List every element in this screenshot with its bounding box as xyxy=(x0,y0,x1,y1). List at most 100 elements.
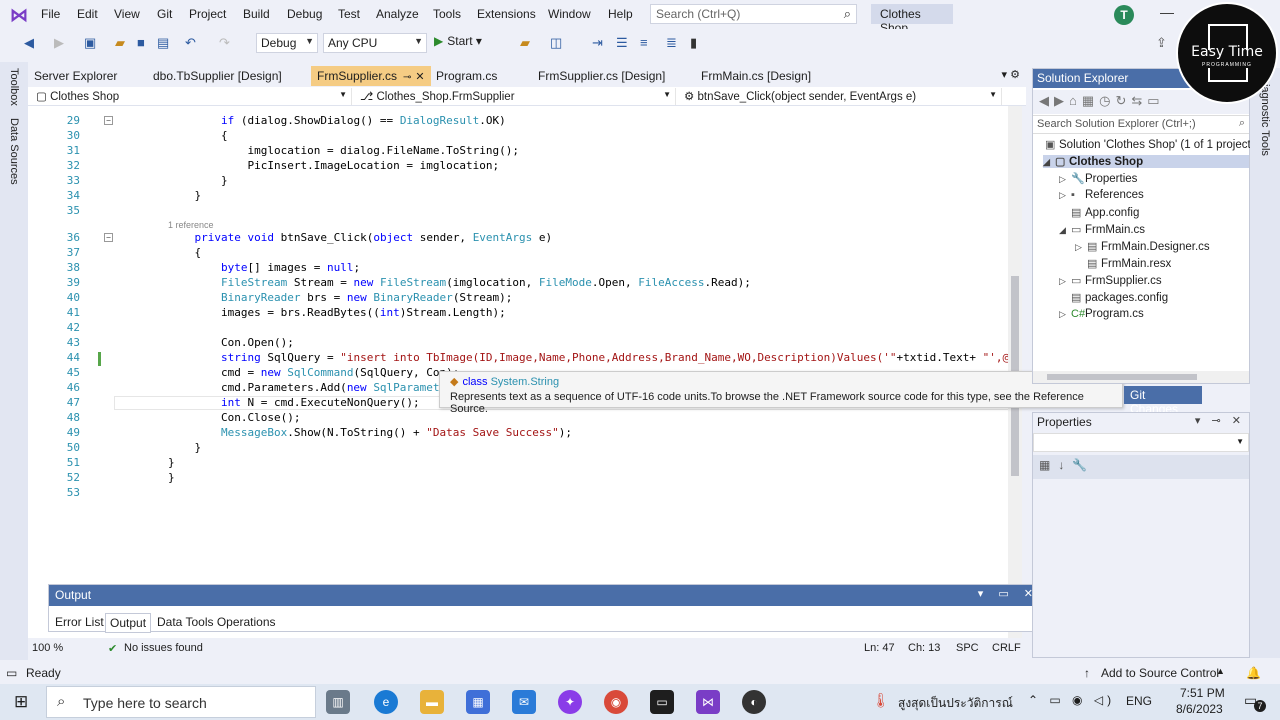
save-icon[interactable]: ■ xyxy=(137,35,145,50)
bookmark-icon[interactable]: ▮ xyxy=(690,35,697,51)
uncomment-icon[interactable]: ≣ xyxy=(666,35,677,51)
hot-reload-icon[interactable]: ▰ xyxy=(520,35,530,51)
code-line[interactable]: 34 } xyxy=(28,188,1022,203)
tree-program-cs[interactable]: ▷ C#Program.cs xyxy=(1059,308,1144,320)
code-line[interactable]: 49 MessageBox.Show(N.ToString() + "Datas… xyxy=(28,425,1022,440)
menu-project[interactable]: Project xyxy=(189,7,226,21)
forward-icon[interactable]: ▶ xyxy=(54,35,64,51)
taskbar-search-input[interactable]: ⌕ Type here to search xyxy=(46,686,316,718)
menu-build[interactable]: Build xyxy=(243,7,270,21)
collapse-icon[interactable]: − xyxy=(104,233,113,242)
tree-project[interactable]: ◢ ▢ Clothes Shop xyxy=(1043,155,1249,168)
tree-frmmain[interactable]: ◢ ▭ FrmMain.cs xyxy=(1059,223,1145,236)
class-combo[interactable]: ⎇ Clothes_Shop.FrmSupplier ▼ xyxy=(356,88,676,105)
whitespace-mode[interactable]: SPC xyxy=(956,642,979,654)
start-button[interactable]: ▶ Start ▾ xyxy=(434,34,482,48)
tree-properties[interactable]: ▷ 🔧Properties xyxy=(1059,172,1137,185)
tab-program-cs[interactable]: Program.cs xyxy=(430,66,503,86)
format-icon[interactable]: ☰ xyxy=(616,35,628,51)
code-line[interactable]: 53 xyxy=(28,485,1022,500)
screenshot-icon[interactable]: ◫ xyxy=(550,35,562,51)
menu-window[interactable]: Window xyxy=(548,7,591,21)
code-line[interactable]: 32 PicInsert.ImageLocation = imglocation… xyxy=(28,158,1022,173)
menu-file[interactable]: File xyxy=(41,7,60,21)
menu-edit[interactable]: Edit xyxy=(77,7,98,21)
collapse-icon[interactable]: − xyxy=(104,116,113,125)
menu-test[interactable]: Test xyxy=(338,7,360,21)
tree-app-config[interactable]: ▤ App.config xyxy=(1071,206,1139,219)
tree-solution[interactable]: ▣ Solution 'Clothes Shop' (1 of 1 project xyxy=(1045,138,1251,151)
edge-icon[interactable]: e xyxy=(374,690,398,714)
code-line[interactable]: 35 xyxy=(28,203,1022,218)
menu-view[interactable]: View xyxy=(114,7,140,21)
menu-debug[interactable]: Debug xyxy=(287,7,322,21)
panel-controls[interactable]: ▾ ⊸ ✕ xyxy=(1195,414,1245,427)
solution-search-input[interactable]: Search Solution Explorer (Ctrl+;) ⌕ xyxy=(1033,115,1249,134)
windows-start-icon[interactable]: ⊞ xyxy=(14,692,28,712)
member-combo[interactable]: ⚙ btnSave_Click(object sender, EventArgs… xyxy=(680,88,1002,105)
code-line[interactable]: 36 − private void btnSave_Click(object se… xyxy=(28,230,1022,245)
step-icon[interactable]: ⇥ xyxy=(592,35,603,51)
file-explorer-icon[interactable]: ▬ xyxy=(420,690,444,714)
tab-error-list[interactable]: Error List xyxy=(51,613,108,631)
save-all-icon[interactable]: ▤ xyxy=(157,35,169,51)
obs-icon[interactable]: ◐ xyxy=(742,690,766,714)
tab-frmsupplier-design[interactable]: FrmSupplier.cs [Design] xyxy=(532,66,671,86)
menu-help[interactable]: Help xyxy=(608,7,633,21)
redo-icon[interactable]: ↷ xyxy=(219,35,230,51)
properties-toolbar[interactable]: ▦↓🔧 xyxy=(1033,455,1249,479)
code-line[interactable]: 39 FileStream Stream = new FileStream(im… xyxy=(28,275,1022,290)
tab-data-tools-operations[interactable]: Data Tools Operations xyxy=(153,613,280,631)
pin-icon[interactable]: ⊸ xyxy=(403,72,411,83)
new-item-icon[interactable]: ▣ xyxy=(84,35,96,51)
minimize-icon[interactable]: — xyxy=(1160,4,1174,20)
code-line[interactable]: 29 − if (dialog.ShowDialog() == DialogRes… xyxy=(28,113,1022,128)
chrome-icon[interactable]: ◉ xyxy=(604,690,628,714)
messenger-icon[interactable]: ✦ xyxy=(558,690,582,714)
solution-name-badge[interactable]: Clothes Shop xyxy=(871,4,953,35)
weather-text[interactable]: สูงสุดเป็นประวัติการณ์ xyxy=(898,694,1013,713)
tree-frmmain-resx[interactable]: ▤ FrmMain.resx xyxy=(1087,257,1171,270)
zoom-level[interactable]: 100 % xyxy=(32,642,63,654)
platform-select[interactable]: Any CPU ▼ xyxy=(323,33,427,53)
tree-packages-config[interactable]: ▤ packages.config xyxy=(1071,291,1168,304)
avatar[interactable]: T xyxy=(1114,5,1134,25)
search-input[interactable]: Search (Ctrl+Q) ⌕ xyxy=(650,4,857,24)
code-line[interactable]: 43 Con.Open(); xyxy=(28,335,1022,350)
system-tray-icons[interactable]: ⌃ ▭ ◉ ◁) xyxy=(1028,693,1115,707)
store-icon[interactable]: ▦ xyxy=(466,690,490,714)
code-line[interactable]: 31 imglocation = dialog.FileName.ToStrin… xyxy=(28,143,1022,158)
clock-date[interactable]: 8/6/2023 xyxy=(1176,702,1223,716)
code-line[interactable]: 50 } xyxy=(28,440,1022,455)
toolbox-tab[interactable]: Toolbox xyxy=(8,68,20,106)
code-line[interactable]: 44 string SqlQuery = "insert into TbImag… xyxy=(28,350,1022,365)
codelens-reference-hint[interactable]: 1 reference xyxy=(168,220,214,230)
issues-status[interactable]: No issues found xyxy=(124,642,203,654)
line-endings[interactable]: CRLF xyxy=(992,642,1021,654)
close-icon[interactable]: ✕ xyxy=(415,71,424,83)
panel-controls[interactable]: ▾ ▭ ✕ xyxy=(978,587,1039,600)
code-line[interactable]: 33 } xyxy=(28,173,1022,188)
git-changes-tab[interactable]: Git Changes xyxy=(1124,386,1202,416)
code-line[interactable]: 37 { xyxy=(28,245,1022,260)
input-language[interactable]: ENG xyxy=(1126,694,1152,708)
notification-icon[interactable]: 🔔 xyxy=(1246,666,1261,680)
comment-icon[interactable]: ≡ xyxy=(640,35,648,50)
code-line[interactable]: 41 images = brs.ReadBytes((int)Stream.Le… xyxy=(28,305,1022,320)
menu-extensions[interactable]: Extensions xyxy=(477,7,536,21)
tab-tbsupplier-design[interactable]: dbo.TbSupplier [Design] xyxy=(147,66,288,86)
code-line[interactable]: 52} xyxy=(28,470,1022,485)
visual-studio-logo-icon[interactable]: ⋈ xyxy=(10,5,32,25)
tab-overflow-icon[interactable]: ▾ ⚙ xyxy=(1002,68,1020,81)
code-line[interactable]: 40 BinaryReader brs = new BinaryReader(S… xyxy=(28,290,1022,305)
tab-output[interactable]: Output xyxy=(105,613,152,633)
undo-icon[interactable]: ↶ xyxy=(185,35,196,51)
code-line[interactable]: 38 byte[] images = null; xyxy=(28,260,1022,275)
share-icon[interactable]: ⇪ xyxy=(1156,35,1167,51)
code-line[interactable]: 42 xyxy=(28,320,1022,335)
tab-frmsupplier-cs[interactable]: FrmSupplier.cs ⊸ ✕ xyxy=(311,66,431,86)
tree-frmmain-designer[interactable]: ▷ ▤ FrmMain.Designer.cs xyxy=(1075,240,1210,253)
data-sources-tab[interactable]: Data Sources xyxy=(8,118,20,185)
properties-object-select[interactable]: ▼ xyxy=(1033,433,1249,452)
task-view-icon[interactable]: ▥ xyxy=(326,690,350,714)
